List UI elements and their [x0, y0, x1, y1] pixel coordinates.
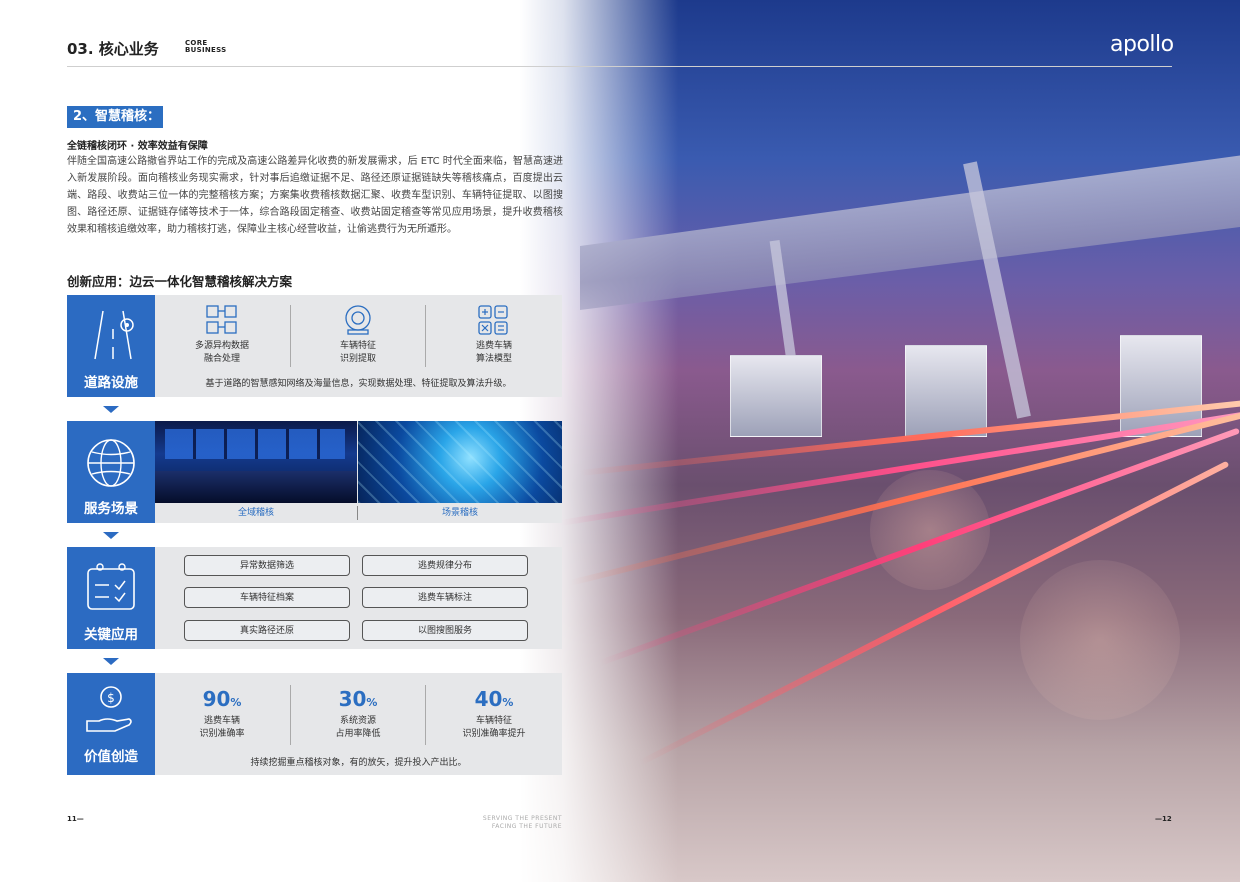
lens-flare [1020, 560, 1180, 720]
feature-label: 逃费车辆 算法模型 [449, 340, 539, 366]
money-hand-icon: $ [86, 686, 132, 732]
row-value-creation: $ 价值创造 90% 逃费车辆 识别准确率 30% 系统资源 占用率降低 40%… [67, 673, 562, 775]
screen-wall [165, 429, 345, 459]
subtitle-line: BUSINESS [185, 46, 227, 54]
toll-station-photo [520, 0, 1240, 882]
app-pill: 真实路径还原 [184, 620, 350, 641]
calendar-check-icon [87, 563, 135, 610]
app-pill: 逃费规律分布 [362, 555, 528, 576]
row-tab: 关键应用 [67, 547, 155, 649]
page-number: 11 [67, 815, 77, 823]
page-number-left: 11— [67, 815, 84, 823]
grid-blocks-icon [206, 305, 237, 334]
row-service-scenarios: 服务场景 全域稽核 场景稽核 [67, 421, 562, 523]
arrow-down-icon [103, 532, 119, 539]
toll-booth [905, 345, 987, 437]
section-paragraph: 伴随全国高速公路撤省界站工作的完成及高速公路差异化收费的新发展需求，后 ETC … [67, 156, 563, 235]
camera-icon [345, 305, 371, 335]
row-label: 道路设施 [84, 375, 138, 391]
divider [425, 685, 426, 745]
stat-line: 系统资源 [339, 716, 376, 726]
innovation-title: 创新应用：边云一体化智慧稽核解决方案 [67, 274, 293, 289]
feature-line: 车辆特征 [339, 341, 376, 351]
stat-value: 30% [298, 687, 418, 711]
slogan: SERVING THE PRESENT FACING THE FUTURE [440, 815, 562, 831]
feature-line: 识别提取 [339, 354, 376, 364]
stat-unit: % [230, 696, 242, 709]
stat-line: 车辆特征 [475, 716, 512, 726]
stat-line: 识别准确率 [199, 729, 245, 739]
row-key-applications: 关键应用 异常数据筛选 逃费规律分布 车辆特征档案 逃费车辆标注 真实路径还原 … [67, 547, 562, 649]
toll-booth [730, 355, 822, 437]
row-label: 关键应用 [84, 627, 138, 643]
feature-line: 算法模型 [475, 354, 512, 364]
stat-number: 30 [338, 687, 367, 711]
row-tab: $ 价值创造 [67, 673, 155, 775]
stat-label: 系统资源 占用率降低 [298, 715, 418, 741]
circuit-lines [358, 421, 562, 503]
control-room-image [155, 421, 357, 503]
stat-value: 90% [162, 687, 282, 711]
stat-number: 90 [202, 687, 231, 711]
row-road-facilities: 道路设施 多源异构数据 融合处理 车辆特征 识别提取 逃费车辆 算法模型 基于道… [67, 295, 562, 397]
section-badge: 2、智慧稽核： [67, 106, 163, 128]
section-subhead: 全链稽核闭环 · 效率效益有保障 [67, 141, 208, 152]
app-pill: 逃费车辆标注 [362, 587, 528, 608]
divider [290, 685, 291, 745]
feature-line: 融合处理 [203, 354, 240, 364]
feature-label: 车辆特征 识别提取 [313, 340, 403, 366]
row-tab: 服务场景 [67, 421, 155, 523]
stat-line: 逃费车辆 [203, 716, 240, 726]
stat-number: 40 [474, 687, 503, 711]
row-tab: 道路设施 [67, 295, 155, 397]
app-pill: 异常数据筛选 [184, 555, 350, 576]
stat-label: 车辆特征 识别准确率提升 [434, 715, 554, 741]
circuit-image [358, 421, 562, 503]
feature-line: 多源异构数据 [194, 341, 249, 351]
divider [290, 305, 291, 367]
stat-value: 40% [434, 687, 554, 711]
feature-label: 多源异构数据 融合处理 [177, 340, 267, 366]
road-sensor-icon [94, 310, 134, 360]
page-number: 12 [1162, 815, 1172, 823]
section-title: 03. 核心业务 [67, 40, 159, 58]
feature-line: 逃费车辆 [475, 341, 512, 351]
apollo-logo: apollo [1110, 32, 1174, 57]
arrow-down-icon [103, 658, 119, 665]
stat-line: 占用率降低 [335, 729, 381, 739]
image-caption: 全域稽核 [237, 508, 274, 518]
app-pill: 以图搜图服务 [362, 620, 528, 641]
svg-text:$: $ [107, 691, 115, 705]
divider [425, 305, 426, 367]
row-label: 价值创造 [84, 749, 138, 765]
row-note: 基于道路的智慧感知网络及海量信息，实现数据处理、特征提取及算法升级。 [205, 379, 512, 389]
image-caption: 场景稽核 [441, 508, 478, 518]
arrow-down-icon [103, 406, 119, 413]
stat-line: 识别准确率提升 [462, 729, 526, 739]
slogan-line: FACING THE FUTURE [491, 823, 562, 830]
app-pill: 车辆特征档案 [184, 587, 350, 608]
desks [155, 471, 357, 503]
calculator-icon [478, 305, 508, 335]
page-number-right: —12 [1155, 815, 1172, 823]
globe-icon [87, 439, 135, 487]
section-subtitle-en: CORE BUSINESS [185, 40, 226, 54]
slogan-line: SERVING THE PRESENT [482, 815, 562, 822]
stat-unit: % [502, 696, 514, 709]
stat-label: 逃费车辆 识别准确率 [162, 715, 282, 741]
row-note: 持续挖掘重点稽核对象，有的放矢，提升投入产出比。 [250, 758, 467, 768]
stat-unit: % [366, 696, 378, 709]
toll-canopy [580, 150, 1240, 310]
row-label: 服务场景 [84, 501, 138, 517]
header-divider [67, 66, 1172, 67]
